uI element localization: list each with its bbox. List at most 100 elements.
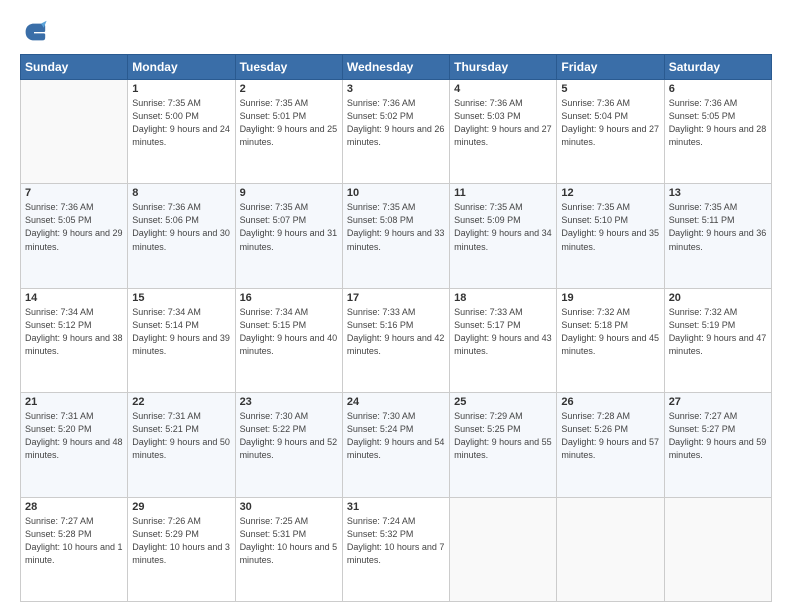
calendar-cell: 16Sunrise: 7:34 AMSunset: 5:15 PMDayligh… <box>235 288 342 392</box>
calendar-cell <box>450 497 557 601</box>
calendar-cell: 26 Sunrise: 7:28 AMSunset: 5:26 PMDayligh… <box>557 393 664 497</box>
day-info: Sunrise: 7:35 AMSunset: 5:10 PMDaylight:… <box>561 201 659 253</box>
day-number: 19 <box>561 292 659 304</box>
header <box>20 18 772 46</box>
day-info: Sunrise: 7:24 AMSunset: 5:32 PMDaylight:… <box>347 515 445 567</box>
day-number: 8 <box>132 187 230 199</box>
calendar-cell: 19 Sunrise: 7:32 AMSunset: 5:18 PMDayligh… <box>557 288 664 392</box>
calendar-cell <box>557 497 664 601</box>
calendar-cell: 17 Sunrise: 7:33 AMSunset: 5:16 PMDayligh… <box>342 288 449 392</box>
day-number: 31 <box>347 501 445 513</box>
day-number: 26 <box>561 396 659 408</box>
day-number: 21 <box>25 396 123 408</box>
day-info: Sunrise: 7:34 AMSunset: 5:14 PMDaylight:… <box>132 306 230 358</box>
weekday-header-wednesday: Wednesday <box>342 55 449 80</box>
page: SundayMondayTuesdayWednesdayThursdayFrid… <box>0 0 792 612</box>
day-info: Sunrise: 7:34 AMSunset: 5:15 PMDaylight:… <box>240 306 338 358</box>
day-info: Sunrise: 7:32 AMSunset: 5:18 PMDaylight:… <box>561 306 659 358</box>
day-number: 15 <box>132 292 230 304</box>
day-info: Sunrise: 7:30 AMSunset: 5:24 PMDaylight:… <box>347 410 445 462</box>
day-number: 1 <box>132 83 230 95</box>
calendar-cell: 24 Sunrise: 7:30 AMSunset: 5:24 PMDayligh… <box>342 393 449 497</box>
calendar-cell: 4 Sunrise: 7:36 AMSunset: 5:03 PMDaylight… <box>450 80 557 184</box>
calendar-cell: 12 Sunrise: 7:35 AMSunset: 5:10 PMDayligh… <box>557 184 664 288</box>
calendar-cell: 28Sunrise: 7:27 AMSunset: 5:28 PMDayligh… <box>21 497 128 601</box>
week-row-1: 1 Sunrise: 7:35 AMSunset: 5:00 PMDaylight… <box>21 80 772 184</box>
day-number: 18 <box>454 292 552 304</box>
day-number: 30 <box>240 501 338 513</box>
day-info: Sunrise: 7:35 AMSunset: 5:09 PMDaylight:… <box>454 201 552 253</box>
day-number: 20 <box>669 292 767 304</box>
day-number: 6 <box>669 83 767 95</box>
day-info: Sunrise: 7:33 AMSunset: 5:16 PMDaylight:… <box>347 306 445 358</box>
calendar-cell: 25 Sunrise: 7:29 AMSunset: 5:25 PMDayligh… <box>450 393 557 497</box>
day-info: Sunrise: 7:35 AMSunset: 5:00 PMDaylight:… <box>132 97 230 149</box>
day-info: Sunrise: 7:36 AMSunset: 5:02 PMDaylight:… <box>347 97 445 149</box>
calendar-cell: 10 Sunrise: 7:35 AMSunset: 5:08 PMDayligh… <box>342 184 449 288</box>
week-row-4: 21Sunrise: 7:31 AMSunset: 5:20 PMDayligh… <box>21 393 772 497</box>
day-info: Sunrise: 7:36 AMSunset: 5:05 PMDaylight:… <box>25 201 123 253</box>
day-number: 25 <box>454 396 552 408</box>
day-number: 29 <box>132 501 230 513</box>
day-info: Sunrise: 7:28 AMSunset: 5:26 PMDaylight:… <box>561 410 659 462</box>
day-number: 27 <box>669 396 767 408</box>
weekday-header-row: SundayMondayTuesdayWednesdayThursdayFrid… <box>21 55 772 80</box>
calendar-cell: 11 Sunrise: 7:35 AMSunset: 5:09 PMDayligh… <box>450 184 557 288</box>
calendar-cell: 6 Sunrise: 7:36 AMSunset: 5:05 PMDaylight… <box>664 80 771 184</box>
weekday-header-monday: Monday <box>128 55 235 80</box>
calendar-cell: 1 Sunrise: 7:35 AMSunset: 5:00 PMDaylight… <box>128 80 235 184</box>
day-info: Sunrise: 7:36 AMSunset: 5:04 PMDaylight:… <box>561 97 659 149</box>
day-number: 13 <box>669 187 767 199</box>
calendar-cell: 29Sunrise: 7:26 AMSunset: 5:29 PMDayligh… <box>128 497 235 601</box>
day-number: 23 <box>240 396 338 408</box>
calendar-cell: 30 Sunrise: 7:25 AMSunset: 5:31 PMDayligh… <box>235 497 342 601</box>
day-number: 17 <box>347 292 445 304</box>
day-info: Sunrise: 7:25 AMSunset: 5:31 PMDaylight:… <box>240 515 338 567</box>
day-info: Sunrise: 7:36 AMSunset: 5:05 PMDaylight:… <box>669 97 767 149</box>
calendar-cell: 13 Sunrise: 7:35 AMSunset: 5:11 PMDayligh… <box>664 184 771 288</box>
logo-icon <box>20 18 48 46</box>
day-number: 2 <box>240 83 338 95</box>
calendar-cell: 5Sunrise: 7:36 AMSunset: 5:04 PMDaylight… <box>557 80 664 184</box>
calendar-cell: 23 Sunrise: 7:30 AMSunset: 5:22 PMDayligh… <box>235 393 342 497</box>
calendar-table: SundayMondayTuesdayWednesdayThursdayFrid… <box>20 54 772 602</box>
day-info: Sunrise: 7:35 AMSunset: 5:11 PMDaylight:… <box>669 201 767 253</box>
day-info: Sunrise: 7:36 AMSunset: 5:03 PMDaylight:… <box>454 97 552 149</box>
day-number: 24 <box>347 396 445 408</box>
week-row-3: 14 Sunrise: 7:34 AMSunset: 5:12 PMDayligh… <box>21 288 772 392</box>
calendar-cell: 18 Sunrise: 7:33 AMSunset: 5:17 PMDayligh… <box>450 288 557 392</box>
logo <box>20 18 52 46</box>
day-number: 4 <box>454 83 552 95</box>
day-number: 28 <box>25 501 123 513</box>
day-info: Sunrise: 7:29 AMSunset: 5:25 PMDaylight:… <box>454 410 552 462</box>
day-info: Sunrise: 7:27 AMSunset: 5:27 PMDaylight:… <box>669 410 767 462</box>
day-info: Sunrise: 7:31 AMSunset: 5:21 PMDaylight:… <box>132 410 230 462</box>
calendar-cell: 27 Sunrise: 7:27 AMSunset: 5:27 PMDayligh… <box>664 393 771 497</box>
day-number: 10 <box>347 187 445 199</box>
day-info: Sunrise: 7:35 AMSunset: 5:08 PMDaylight:… <box>347 201 445 253</box>
weekday-header-saturday: Saturday <box>664 55 771 80</box>
calendar-cell: 9Sunrise: 7:35 AMSunset: 5:07 PMDaylight… <box>235 184 342 288</box>
day-number: 14 <box>25 292 123 304</box>
day-number: 7 <box>25 187 123 199</box>
calendar-cell: 22 Sunrise: 7:31 AMSunset: 5:21 PMDayligh… <box>128 393 235 497</box>
day-number: 22 <box>132 396 230 408</box>
day-info: Sunrise: 7:36 AMSunset: 5:06 PMDaylight:… <box>132 201 230 253</box>
weekday-header-tuesday: Tuesday <box>235 55 342 80</box>
day-number: 9 <box>240 187 338 199</box>
day-number: 11 <box>454 187 552 199</box>
day-number: 12 <box>561 187 659 199</box>
day-info: Sunrise: 7:30 AMSunset: 5:22 PMDaylight:… <box>240 410 338 462</box>
calendar-cell: 31 Sunrise: 7:24 AMSunset: 5:32 PMDayligh… <box>342 497 449 601</box>
calendar-cell: 21Sunrise: 7:31 AMSunset: 5:20 PMDayligh… <box>21 393 128 497</box>
day-info: Sunrise: 7:32 AMSunset: 5:19 PMDaylight:… <box>669 306 767 358</box>
calendar-cell: 7 Sunrise: 7:36 AMSunset: 5:05 PMDaylight… <box>21 184 128 288</box>
calendar-cell <box>664 497 771 601</box>
day-info: Sunrise: 7:34 AMSunset: 5:12 PMDaylight:… <box>25 306 123 358</box>
day-info: Sunrise: 7:33 AMSunset: 5:17 PMDaylight:… <box>454 306 552 358</box>
day-info: Sunrise: 7:35 AMSunset: 5:01 PMDaylight:… <box>240 97 338 149</box>
weekday-header-friday: Friday <box>557 55 664 80</box>
calendar-cell: 20 Sunrise: 7:32 AMSunset: 5:19 PMDayligh… <box>664 288 771 392</box>
weekday-header-thursday: Thursday <box>450 55 557 80</box>
calendar-cell: 3Sunrise: 7:36 AMSunset: 5:02 PMDaylight… <box>342 80 449 184</box>
